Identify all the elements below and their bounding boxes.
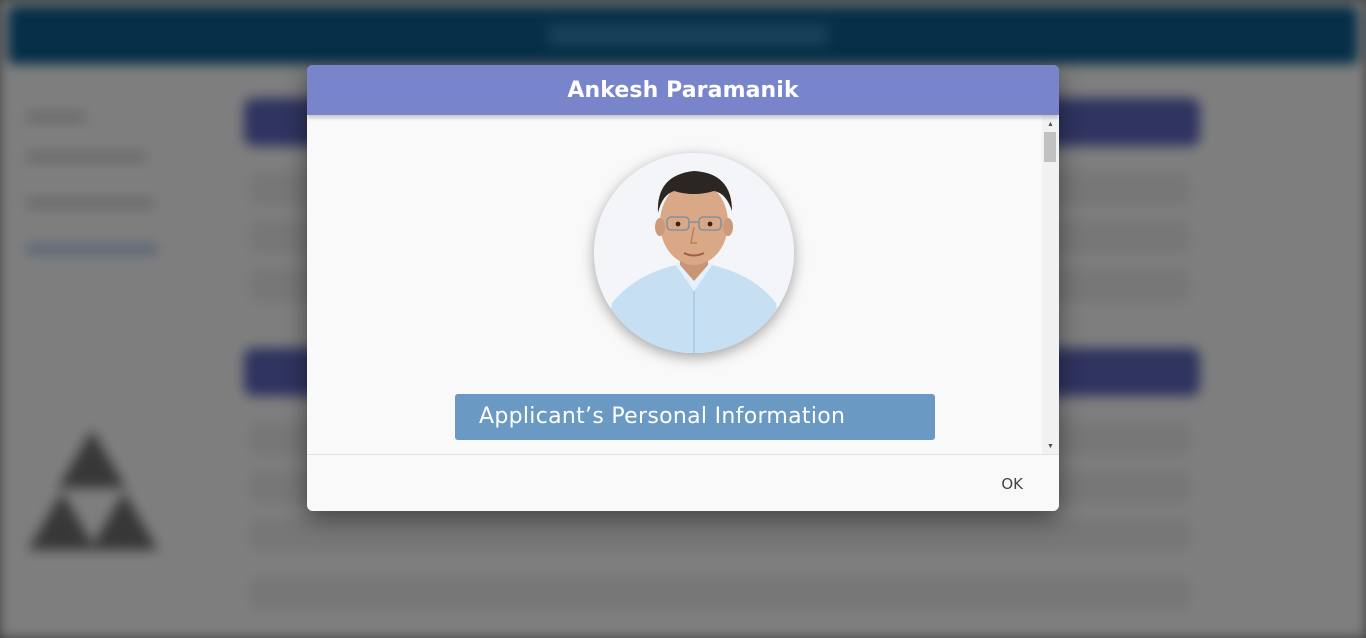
scrollbar-thumb[interactable] — [1044, 132, 1056, 162]
applicant-photo-image — [594, 153, 794, 353]
dialog-title: Ankesh Paramanik — [567, 77, 799, 103]
dialog-header: Ankesh Paramanik — [307, 65, 1059, 115]
personal-info-section-heading: Applicant’s Personal Information — [455, 394, 935, 440]
applicant-photo — [594, 153, 794, 353]
scroll-down-arrow-icon[interactable]: ▼ — [1042, 439, 1059, 453]
applicant-dialog: Ankesh Paramanik Applicant’s Personal In… — [307, 65, 1059, 511]
ok-button[interactable]: OK — [993, 473, 1031, 495]
dialog-body: Applicant’s Personal Information — [307, 115, 1059, 455]
dialog-footer: OK — [307, 454, 1059, 511]
dialog-scrollbar[interactable]: ▲ ▼ — [1042, 115, 1059, 455]
scroll-up-arrow-icon[interactable]: ▲ — [1042, 117, 1059, 131]
